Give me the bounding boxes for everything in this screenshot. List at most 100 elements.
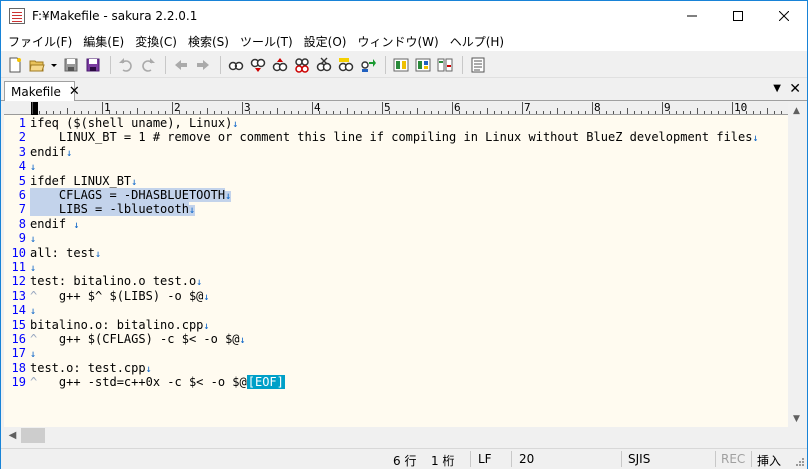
- tab-marker: ^: [30, 375, 59, 390]
- clear-search-button[interactable]: [314, 55, 334, 75]
- ruler-tick: [578, 111, 579, 114]
- menu-search[interactable]: 検索(S): [183, 33, 235, 50]
- redo-button[interactable]: [138, 55, 158, 75]
- menu-window[interactable]: ウィンドウ(W): [352, 33, 444, 50]
- jump-button[interactable]: [358, 55, 378, 75]
- resize-grip-icon[interactable]: [795, 457, 805, 467]
- mark-button[interactable]: [336, 55, 356, 75]
- code-line[interactable]: ↓: [30, 346, 36, 360]
- code-line[interactable]: test.o: test.cpp↓: [30, 361, 152, 375]
- save-button[interactable]: [61, 55, 81, 75]
- ruler-tick: [256, 111, 257, 114]
- ruler-tick: [508, 111, 509, 114]
- code-line[interactable]: ↓: [30, 260, 36, 274]
- code-line[interactable]: ↓: [30, 231, 36, 245]
- maximize-button[interactable]: [715, 1, 761, 31]
- status-divider: [511, 451, 512, 467]
- code-line[interactable]: ↓: [30, 303, 36, 317]
- ruler-tick: [151, 111, 152, 114]
- save-all-button[interactable]: [83, 55, 103, 75]
- horizontal-scroll-thumb[interactable]: [21, 428, 45, 443]
- horizontal-scrollbar[interactable]: ◀: [4, 427, 788, 444]
- ruler-tick: [235, 111, 236, 114]
- status-divider: [621, 451, 622, 467]
- code-line[interactable]: LIBS = -lbluetooth↓: [30, 202, 195, 217]
- undo-icon: [119, 57, 132, 72]
- vertical-scrollbar[interactable]: ▲ ▼: [788, 102, 805, 427]
- ruler-tick: [669, 111, 670, 114]
- minimize-button[interactable]: [669, 1, 715, 31]
- code-text: all: test: [30, 245, 96, 260]
- code-line[interactable]: ifdef LINUX_BT↓: [30, 174, 137, 188]
- close-all-tabs-icon[interactable]: ✕: [789, 81, 801, 97]
- grep-button[interactable]: [391, 55, 411, 75]
- code-line[interactable]: CFLAGS = -DHASBLUETOOTH↓: [30, 188, 232, 202]
- menu-tools[interactable]: ツール(T): [235, 33, 299, 50]
- code-line[interactable]: ifeq ($(shell uname), Linux)↓: [30, 116, 238, 130]
- status-column: 1 桁: [431, 454, 455, 468]
- status-line: 6 行: [393, 454, 417, 468]
- close-button[interactable]: [761, 1, 807, 31]
- status-eol: LF: [478, 452, 492, 466]
- menu-convert[interactable]: 変換(C): [130, 33, 183, 50]
- search-up-button[interactable]: [270, 55, 290, 75]
- code-line[interactable]: all: test↓: [30, 246, 101, 260]
- newline-marker: ↓: [239, 335, 246, 346]
- search-down-button[interactable]: [248, 55, 268, 75]
- code-line[interactable]: ^ g++ -std=c++0x -c $< -o $@[EOF]: [30, 375, 285, 390]
- code-line[interactable]: bitalino.o: bitalino.cpp↓: [30, 318, 209, 332]
- open-dropdown[interactable]: [49, 55, 59, 75]
- code-line[interactable]: ↓: [30, 159, 36, 173]
- tab-makefile[interactable]: Makefile ✕: [4, 81, 80, 101]
- ruler-tick: [704, 111, 705, 114]
- menu-file[interactable]: ファイル(F): [3, 33, 78, 50]
- text-editor[interactable]: 1 2 3 4 5 6 7 8 9 10 1 2 3 4 5 6 7 8 9 10 11 12 13 14 15 16 17 18 1…: [4, 102, 788, 427]
- undo-button[interactable]: [116, 55, 136, 75]
- tab-list-button[interactable]: ▼: [773, 83, 781, 94]
- ruler-tick: [207, 108, 208, 114]
- ruler-tick: [529, 111, 530, 114]
- ruler-tick: [109, 111, 110, 114]
- code-line[interactable]: LINUX_BT = 1 # remove or comment this li…: [30, 130, 759, 144]
- app-icon[interactable]: [9, 8, 25, 24]
- compare-button[interactable]: [435, 55, 455, 75]
- code-line[interactable]: endif ↓: [30, 217, 79, 231]
- code-line[interactable]: endif↓: [30, 145, 72, 159]
- ruler-tick: [781, 111, 782, 114]
- back-button[interactable]: [171, 55, 191, 75]
- search-up-icon: [272, 57, 288, 71]
- code-line[interactable]: ^ g++ $^ $(LIBS) -o $@↓: [30, 289, 209, 303]
- ruler-tick: [270, 111, 271, 114]
- open-button[interactable]: [27, 55, 47, 75]
- new-file-button[interactable]: [5, 55, 25, 75]
- ruler-tick: [305, 111, 306, 114]
- code-line[interactable]: ^ g++ $(CFLAGS) -c $< -o $@↓: [30, 332, 246, 346]
- forward-button[interactable]: [193, 55, 213, 75]
- code-text: CFLAGS = -DHASBLUETOOTH: [30, 188, 226, 202]
- scroll-down-icon[interactable]: ▼: [788, 410, 805, 427]
- line-number: 14: [11, 303, 26, 318]
- menu-help[interactable]: ヘルプ(H): [445, 33, 510, 50]
- ruler-tick: [340, 111, 341, 114]
- ruler-tick: [221, 111, 222, 114]
- ruler-tick: [753, 111, 754, 114]
- code-line[interactable]: test: bitalino.o test.o↓: [30, 274, 202, 288]
- grep-replace-button[interactable]: [413, 55, 433, 75]
- menu-edit[interactable]: 編集(E): [78, 33, 130, 50]
- settings-button[interactable]: [468, 55, 488, 75]
- ruler-tick: [725, 111, 726, 114]
- search-button[interactable]: [226, 55, 246, 75]
- ruler-tick: [599, 111, 600, 114]
- ruler-tick: [452, 102, 453, 114]
- menu-settings[interactable]: 設定(O): [299, 33, 353, 50]
- back-icon: [175, 59, 187, 70]
- ruler-tick: [158, 111, 159, 114]
- newline-marker: ↓: [30, 234, 37, 246]
- search-next-button[interactable]: [292, 55, 312, 75]
- scroll-left-icon[interactable]: ◀: [4, 427, 21, 444]
- ruler-tick: [32, 102, 33, 114]
- ruler-tick: [67, 108, 68, 114]
- ruler-tick: [711, 111, 712, 114]
- tab-close-icon[interactable]: ✕: [69, 84, 80, 99]
- scroll-up-icon[interactable]: ▲: [788, 102, 805, 119]
